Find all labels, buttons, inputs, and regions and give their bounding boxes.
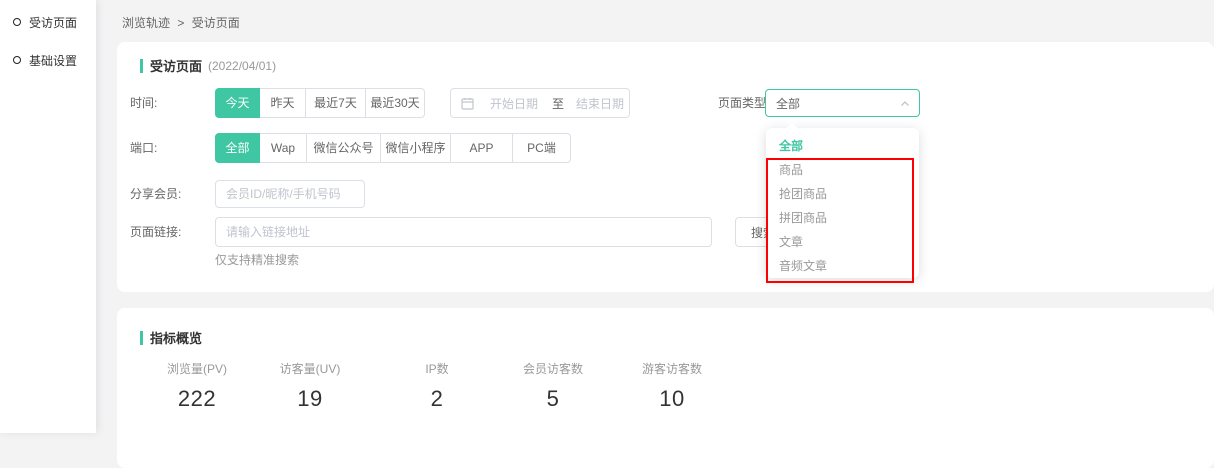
filter-row-page-link: 页面链接: 搜索 [117, 217, 1214, 247]
calendar-icon [461, 97, 474, 110]
dropdown-option-all[interactable]: 全部 [766, 134, 919, 158]
chevron-up-icon [900, 99, 910, 109]
filter-card-title: 受访页面 (2022/04/01) [140, 56, 276, 75]
page-type-dropdown: 全部 商品 抢团商品 拼团商品 文章 音频文章 [766, 128, 919, 278]
port-label: 端口: [130, 133, 157, 163]
filter-row-share-member: 分享会员: [117, 179, 1214, 209]
breadcrumb-current: 受访页面 [192, 16, 240, 30]
time-button-today[interactable]: 今天 [215, 88, 260, 118]
time-label: 时间: [130, 88, 157, 118]
dropdown-option-goods[interactable]: 商品 [766, 158, 919, 182]
stat-label: 游客访客数 [642, 360, 702, 377]
breadcrumb-root[interactable]: 浏览轨迹 [122, 16, 170, 30]
stat-guest-visitors: 游客访客数 10 [642, 360, 702, 412]
dropdown-option-flash-group-goods[interactable]: 抢团商品 [766, 182, 919, 206]
sidebar-item-visited-pages[interactable]: 受访页面 [13, 12, 96, 32]
stat-member-visitors: 会员访客数 5 [523, 360, 583, 412]
stat-pv: 浏览量(PV) 222 [167, 360, 227, 412]
date-range-picker[interactable]: 开始日期 至 结束日期 [450, 88, 630, 118]
metrics-card-title: 指标概览 [140, 328, 202, 347]
stat-ip: IP数 2 [425, 360, 448, 412]
page-date: (2022/04/01) [208, 59, 276, 73]
page-type-label: 页面类型: [718, 88, 769, 118]
dropdown-option-group-goods[interactable]: 拼团商品 [766, 206, 919, 230]
filter-card: 受访页面 (2022/04/01) 时间: 今天 昨天 最近7天 最近30天 开… [117, 42, 1214, 292]
stat-label: 浏览量(PV) [167, 360, 227, 377]
filter-row-time: 时间: 今天 昨天 最近7天 最近30天 开始日期 至 结束日期 页面类型: 全… [117, 88, 1214, 118]
sidebar: 受访页面 基础设置 [0, 0, 96, 433]
time-button-group: 今天 昨天 最近7天 最近30天 [215, 88, 425, 118]
stat-label: IP数 [425, 360, 448, 377]
port-button-group: 全部 Wap 微信公众号 微信小程序 APP PC端 [215, 133, 571, 163]
start-date-placeholder[interactable]: 开始日期 [490, 95, 538, 112]
port-button-wap[interactable]: Wap [260, 133, 307, 163]
port-button-wechat-official[interactable]: 微信公众号 [307, 133, 381, 163]
breadcrumb: 浏览轨迹 > 受访页面 [122, 14, 244, 31]
dropdown-option-article[interactable]: 文章 [766, 230, 919, 254]
stat-label: 会员访客数 [523, 360, 583, 377]
port-button-wechat-miniprogram[interactable]: 微信小程序 [381, 133, 451, 163]
breadcrumb-separator: > [177, 16, 184, 30]
time-button-last7days[interactable]: 最近7天 [306, 88, 366, 118]
page-link-label: 页面链接: [130, 217, 181, 247]
date-range-separator: 至 [552, 95, 564, 112]
share-member-input[interactable] [215, 180, 365, 208]
sidebar-item-label: 基础设置 [29, 52, 77, 69]
share-member-label: 分享会员: [130, 179, 181, 209]
metrics-card: 指标概览 浏览量(PV) 222 访客量(UV) 19 IP数 2 会员访客数 … [117, 308, 1214, 468]
stat-value: 10 [642, 386, 702, 412]
end-date-placeholder[interactable]: 结束日期 [576, 95, 624, 112]
page-type-select[interactable]: 全部 [765, 89, 920, 117]
sidebar-item-basic-settings[interactable]: 基础设置 [13, 50, 96, 70]
stat-value: 5 [523, 386, 583, 412]
search-hint: 仅支持精准搜索 [215, 251, 299, 268]
stat-label: 访客量(UV) [280, 360, 341, 377]
time-button-last30days[interactable]: 最近30天 [366, 88, 425, 118]
port-button-pc[interactable]: PC端 [513, 133, 571, 163]
title-accent-bar [140, 59, 143, 73]
stat-value: 222 [167, 386, 227, 412]
stat-value: 19 [280, 386, 341, 412]
time-button-yesterday[interactable]: 昨天 [260, 88, 306, 118]
page-title: 受访页面 [150, 56, 202, 75]
stat-uv: 访客量(UV) 19 [280, 360, 341, 412]
title-accent-bar [140, 331, 143, 345]
page-type-value: 全部 [776, 95, 800, 112]
radio-circle-icon [13, 18, 21, 26]
radio-circle-icon [13, 56, 21, 64]
stat-value: 2 [425, 386, 448, 412]
sidebar-item-label: 受访页面 [29, 14, 77, 31]
filter-row-port: 端口: 全部 Wap 微信公众号 微信小程序 APP PC端 [117, 133, 1214, 163]
port-button-all[interactable]: 全部 [215, 133, 260, 163]
metrics-title: 指标概览 [150, 328, 202, 347]
page-link-input[interactable] [215, 217, 712, 247]
dropdown-option-audio-article[interactable]: 音频文章 [766, 254, 919, 278]
port-button-app[interactable]: APP [451, 133, 513, 163]
